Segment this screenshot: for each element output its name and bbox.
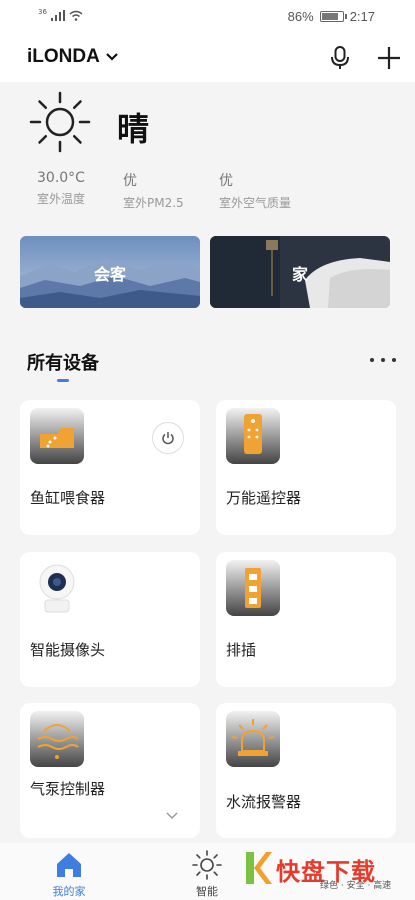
- camera-icon: [30, 560, 84, 616]
- fish-feeder-icon: [30, 408, 84, 464]
- status-right: 86% 2:17: [288, 9, 375, 24]
- power-button[interactable]: [152, 422, 184, 454]
- scene-card-home[interactable]: 家: [210, 236, 390, 308]
- outdoor-air-quality: 优 室外空气质量: [219, 170, 291, 211]
- home-name: iLONDA: [27, 46, 100, 67]
- scene-label: 会客: [93, 265, 126, 284]
- device-name: 鱼缸喂食器: [30, 489, 106, 507]
- device-card-air-pump[interactable]: 气泵控制器: [20, 703, 200, 838]
- section-title: 所有设备: [27, 353, 99, 374]
- stat-value: 优: [123, 173, 137, 189]
- remote-control-icon: [226, 408, 280, 464]
- nav-item-home[interactable]: 我的家: [34, 843, 104, 900]
- k-logo-icon: [246, 852, 272, 884]
- device-name: 水流报警器: [226, 793, 302, 811]
- device-card-camera[interactable]: 智能摄像头: [20, 552, 200, 687]
- device-card-fish-feeder[interactable]: 鱼缸喂食器: [20, 400, 200, 535]
- header: iLONDA: [0, 34, 415, 82]
- battery-fill: [321, 13, 339, 20]
- outdoor-pm25: 优 室外PM2.5: [123, 170, 184, 211]
- add-icon[interactable]: [375, 44, 403, 72]
- nav-label: 智能: [196, 885, 218, 898]
- wifi-icon: [69, 10, 83, 21]
- weather-condition: 晴: [117, 110, 150, 148]
- watermark-slogan: 绿色 · 安全 · 高速: [320, 881, 392, 891]
- sun-icon: [192, 850, 222, 880]
- stat-label: 室外温度: [37, 192, 86, 206]
- weather-panel: 晴 30.0°C 室外温度 优 室外PM2.5 优 室外空气质量: [0, 82, 415, 222]
- device-card-remote[interactable]: 万能遥控器: [216, 400, 396, 535]
- status-bar: 36 86% 2:17: [0, 0, 415, 34]
- home-switcher[interactable]: iLONDA: [27, 46, 118, 68]
- device-name: 气泵控制器: [30, 780, 106, 798]
- home-icon: [57, 853, 81, 877]
- more-options-icon[interactable]: [370, 350, 396, 370]
- watermark-logo: 快盘下载 绿色 · 安全 · 高速: [242, 848, 412, 896]
- battery-icon: [319, 11, 347, 22]
- clock: 2:17: [349, 9, 375, 24]
- scene-card-guest[interactable]: 会客: [20, 236, 200, 308]
- stat-value: 30.0°C: [37, 170, 85, 186]
- power-icon: [162, 432, 174, 445]
- outdoor-temperature: 30.0°C 室外温度: [37, 170, 85, 207]
- microphone-icon[interactable]: [326, 44, 354, 72]
- device-card-power-strip[interactable]: 排插: [216, 552, 396, 687]
- stat-value: 优: [219, 173, 233, 189]
- status-left: 36: [38, 7, 83, 21]
- power-strip-icon: [226, 560, 280, 616]
- device-name: 排插: [226, 641, 257, 659]
- chevron-down-icon: [106, 53, 118, 61]
- air-pump-icon: [30, 711, 84, 767]
- stat-label: 室外PM2.5: [123, 196, 184, 210]
- signal-icon: [50, 10, 65, 21]
- nav-label: 我的家: [52, 885, 86, 898]
- device-name: 万能遥控器: [226, 489, 302, 507]
- device-card-water-alarm[interactable]: 水流报警器: [216, 703, 396, 838]
- sun-icon: [29, 91, 91, 153]
- alarm-icon: [226, 711, 280, 767]
- scene-label: 家: [291, 265, 308, 284]
- device-name: 智能摄像头: [30, 641, 106, 659]
- signal-label: 36: [38, 7, 47, 16]
- chevron-down-icon[interactable]: [165, 811, 179, 821]
- section-underline: [57, 379, 69, 382]
- stat-label: 室外空气质量: [219, 196, 292, 210]
- nav-item-smart[interactable]: 智能: [172, 843, 242, 900]
- battery-percent: 86%: [287, 9, 314, 24]
